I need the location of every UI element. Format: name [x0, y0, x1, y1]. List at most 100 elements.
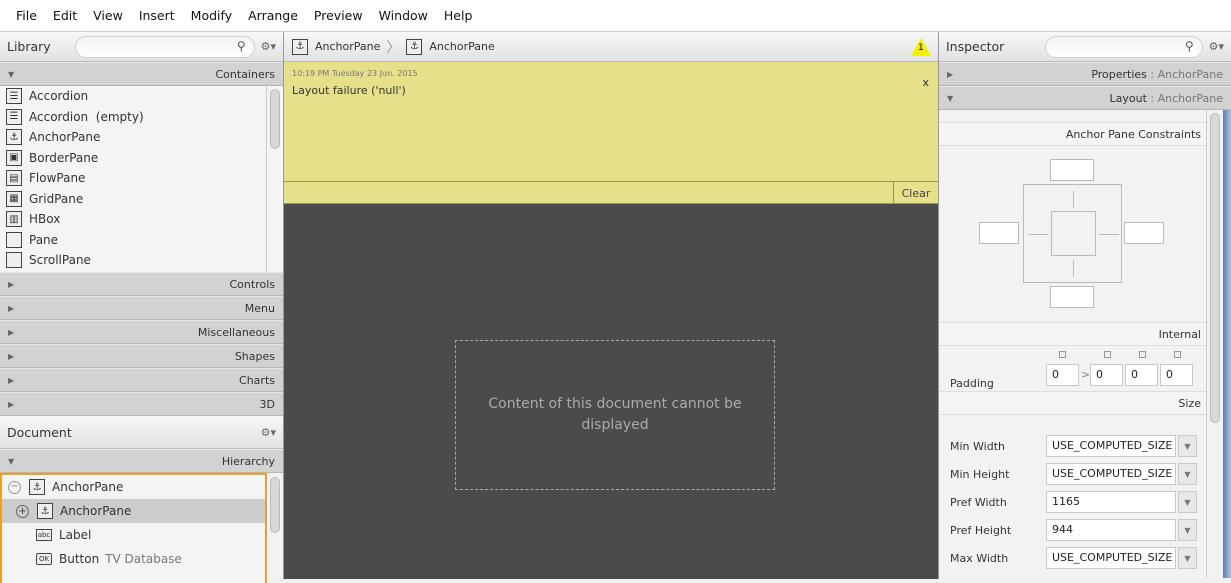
section-miscellaneous[interactable]: ▶ Miscellaneous: [0, 320, 283, 344]
anchor-line-bottom: [1073, 260, 1074, 277]
chevron-down-icon[interactable]: ▼: [1178, 463, 1197, 485]
inspector-scrollbar[interactable]: [1210, 113, 1220, 423]
document-title: Document: [7, 424, 72, 440]
section-3d[interactable]: ▶ 3D: [0, 392, 283, 416]
message-footer: Clear: [284, 181, 938, 204]
section-hierarchy[interactable]: ▼ Hierarchy: [0, 449, 283, 473]
chevron-down-icon[interactable]: ▼: [1178, 491, 1197, 513]
library-item-flowpane[interactable]: ▤ FlowPane: [0, 168, 283, 189]
inspector-title: Inspector: [946, 39, 1005, 54]
size-row: Pref Height 944 ▼: [939, 516, 1207, 544]
padding-right-input[interactable]: 0: [1090, 364, 1123, 386]
menu-edit[interactable]: Edit: [45, 8, 85, 23]
collapsed-arrow-icon: ▶: [947, 69, 954, 79]
section-label: Hierarchy: [221, 454, 275, 468]
section-shapes[interactable]: ▶ Shapes: [0, 344, 283, 368]
section-menu[interactable]: ▶ Menu: [0, 296, 283, 320]
menu-help[interactable]: Help: [436, 8, 481, 23]
library-gear-icon[interactable]: ⚙▾: [261, 40, 276, 53]
collapsed-arrow-icon: ▶: [8, 399, 15, 409]
size-label: Max Width: [950, 551, 1009, 565]
menu-insert[interactable]: Insert: [131, 8, 183, 23]
library-item-accordion-empty[interactable]: ☰ Accordion (empty): [0, 107, 283, 128]
library-item-hbox[interactable]: ▥ HBox: [0, 209, 283, 230]
anchor-line-top: [1073, 191, 1074, 208]
min-width-input[interactable]: USE_COMPUTED_SIZE: [1046, 435, 1176, 457]
label-icon: abc: [36, 529, 52, 541]
hbox-icon: ▥: [6, 211, 22, 228]
pref-width-input[interactable]: 1165: [1046, 491, 1176, 513]
hierarchy-scrollbar[interactable]: [270, 477, 280, 533]
expand-icon[interactable]: +: [16, 504, 29, 518]
anchor-line-right: [1099, 234, 1119, 235]
padding-left-icon: [1174, 351, 1181, 358]
section-layout[interactable]: ▼ Layout : AnchorPane: [939, 86, 1231, 110]
section-properties[interactable]: ▶ Properties : AnchorPane: [939, 62, 1231, 86]
warning-count: 1: [918, 42, 924, 53]
anchor-top-input[interactable]: [1050, 159, 1094, 181]
menu-arrange[interactable]: Arrange: [240, 8, 306, 23]
anchor-left-input[interactable]: [979, 222, 1019, 244]
section-containers[interactable]: ▼ Containers: [0, 62, 283, 86]
collapse-icon[interactable]: −: [8, 480, 21, 494]
anchor-right-input[interactable]: [1124, 222, 1164, 244]
max-width-input[interactable]: USE_COMPUTED_SIZE: [1046, 547, 1176, 569]
message-text: Layout failure ('null'): [292, 84, 406, 97]
canvas-message: Content of this document cannot be displ…: [488, 396, 742, 433]
min-height-input[interactable]: USE_COMPUTED_SIZE: [1046, 463, 1176, 485]
section-label: Layout: [1109, 91, 1147, 105]
chevron-down-icon[interactable]: ▼: [1178, 435, 1197, 457]
collapsed-arrow-icon: ▶: [8, 375, 15, 385]
library-item-accordion[interactable]: ☰ Accordion: [0, 86, 283, 107]
menu-file[interactable]: File: [8, 8, 45, 23]
separator: :: [1146, 91, 1158, 105]
section-label: Shapes: [234, 349, 275, 363]
section-label: Menu: [244, 301, 275, 315]
section-label: 3D: [259, 397, 275, 411]
menu-modify[interactable]: Modify: [183, 8, 240, 23]
tree-item[interactable]: OK Button TV Database: [2, 547, 265, 571]
tree-item-selected[interactable]: + ⚓ AnchorPane: [2, 499, 265, 523]
chevron-down-icon[interactable]: ▼: [1178, 519, 1197, 541]
library-item-gridpane[interactable]: ▦ GridPane: [0, 189, 283, 210]
warning-icon[interactable]: 1: [911, 37, 931, 56]
tree-label: Label: [59, 528, 92, 542]
library-search-input[interactable]: ⚲: [74, 35, 255, 58]
inspector-panel: Inspector ⚲ ⚙▾ ▶ Properties : AnchorPane …: [938, 32, 1231, 579]
anchor-bottom-input[interactable]: [1050, 286, 1094, 308]
breadcrumb-item[interactable]: AnchorPane: [429, 40, 494, 53]
gridpane-icon: ▦: [6, 190, 22, 207]
inspector-gear-icon[interactable]: ⚙▾: [1209, 40, 1224, 53]
document-gear-icon[interactable]: ⚙▾: [261, 426, 276, 439]
clear-button[interactable]: Clear: [893, 182, 938, 204]
chevron-down-icon[interactable]: ▼: [1178, 547, 1197, 569]
section-controls[interactable]: ▶ Controls: [0, 272, 283, 296]
anchor-icon: ⚓: [37, 503, 53, 519]
library-item-borderpane[interactable]: ▣ BorderPane: [0, 148, 283, 169]
anchor-icon: ⚓: [6, 129, 22, 146]
size-label: Pref Width: [950, 495, 1007, 509]
library-scrollbar[interactable]: [270, 89, 280, 149]
tree-item[interactable]: − ⚓ AnchorPane: [2, 475, 265, 499]
section-charts[interactable]: ▶ Charts: [0, 368, 283, 392]
inspector-search-input[interactable]: ⚲: [1044, 35, 1203, 58]
layout-content: Anchor Pane Constraints Internal Padding…: [939, 110, 1231, 578]
expanded-arrow-icon: ▼: [8, 69, 15, 79]
breadcrumb-item[interactable]: AnchorPane: [315, 40, 380, 53]
library-item-scrollpane[interactable]: ScrollPane: [0, 250, 283, 271]
close-message-button[interactable]: x: [922, 76, 929, 89]
library-item-pane[interactable]: Pane: [0, 230, 283, 251]
menu-view[interactable]: View: [85, 8, 131, 23]
section-target: AnchorPane: [1157, 91, 1223, 105]
menu-preview[interactable]: Preview: [306, 8, 371, 23]
menu-window[interactable]: Window: [371, 8, 436, 23]
padding-top-input[interactable]: 0: [1046, 364, 1079, 386]
accordion-icon: ☰: [6, 108, 22, 125]
tree-item[interactable]: abc Label: [2, 523, 265, 547]
pref-height-input[interactable]: 944: [1046, 519, 1176, 541]
padding-bottom-input[interactable]: 0: [1125, 364, 1158, 386]
anchor-diagram: [1023, 184, 1122, 283]
padding-left-input[interactable]: 0: [1160, 364, 1193, 386]
library-item-anchorpane[interactable]: ⚓ AnchorPane: [0, 127, 283, 148]
padding-link-toggle[interactable]: >: [1081, 368, 1090, 381]
